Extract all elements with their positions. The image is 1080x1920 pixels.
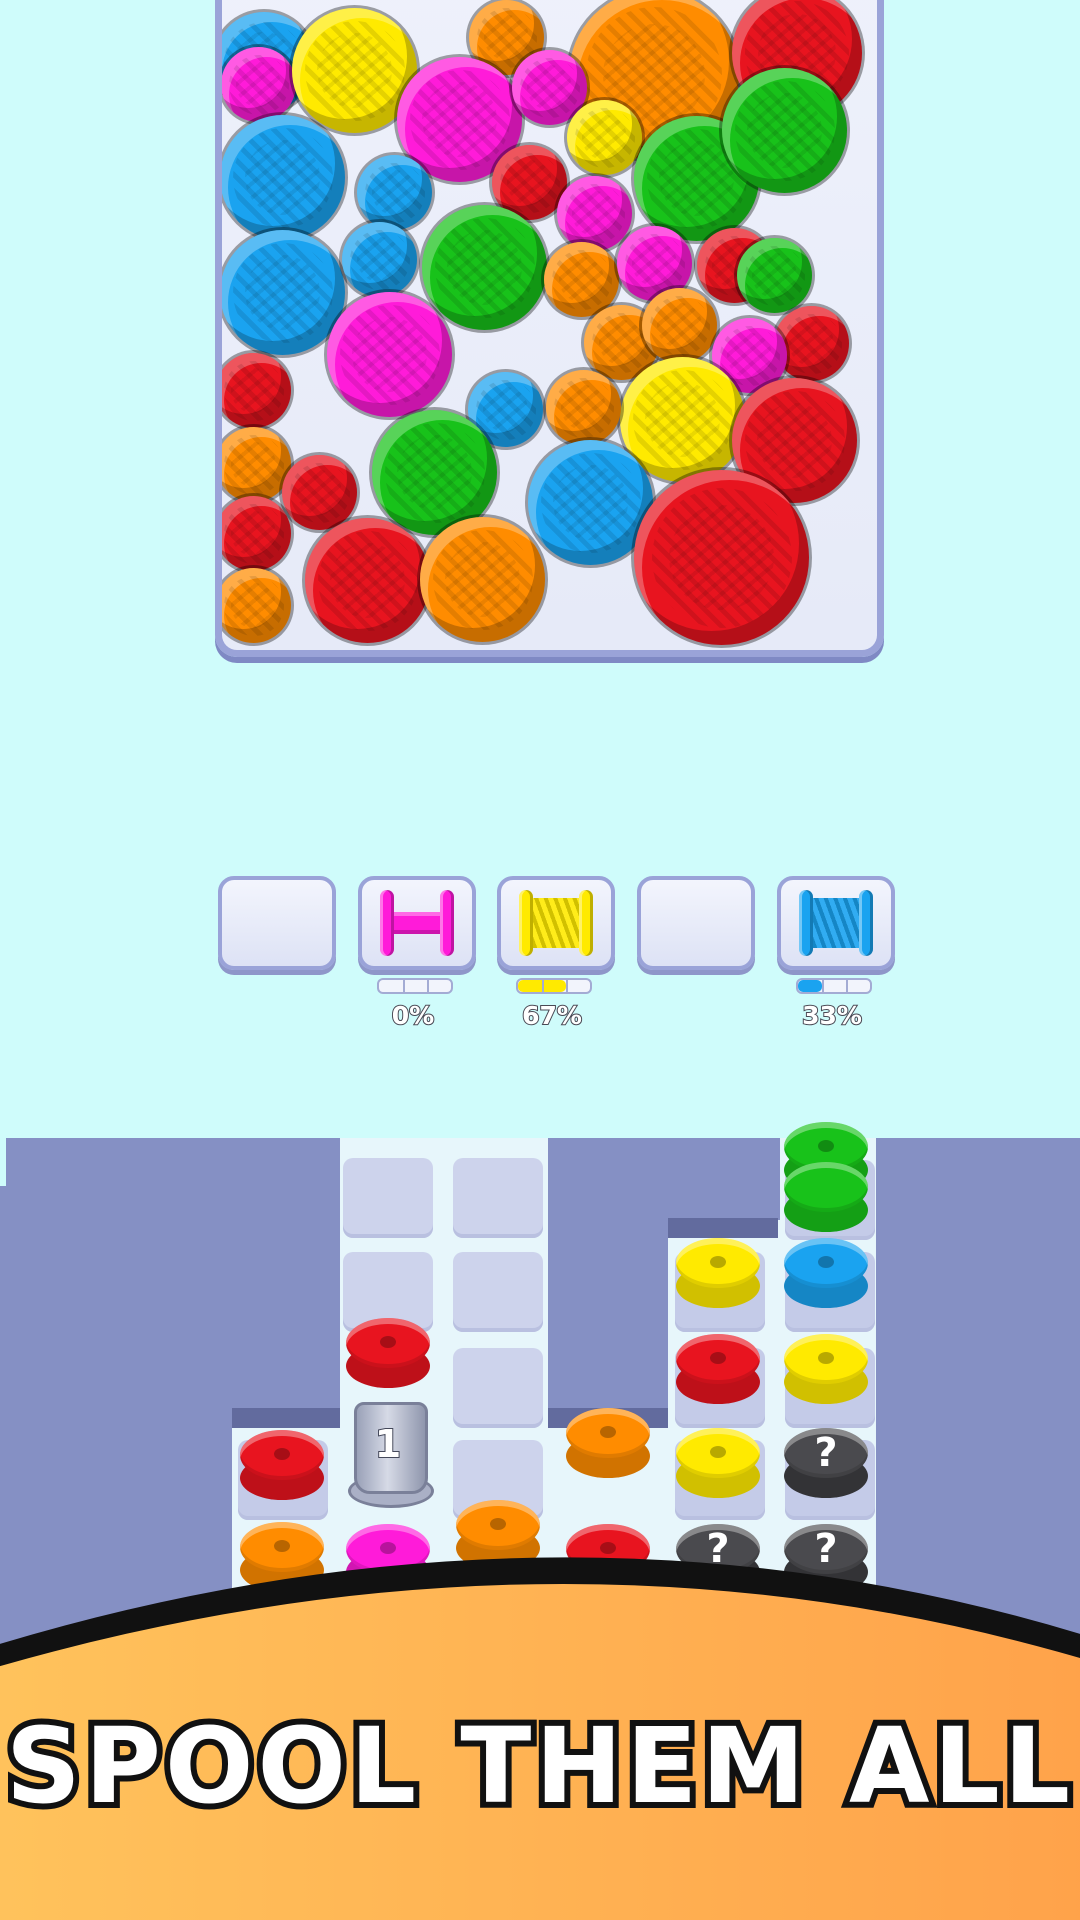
yarn-ball: [422, 205, 547, 330]
thread-spool-disc[interactable]: [240, 1522, 324, 1592]
mystery-spool[interactable]: ?: [784, 1428, 868, 1498]
mystery-spool[interactable]: ?: [676, 1524, 760, 1594]
thread-spool-disc[interactable]: [784, 1162, 868, 1232]
yarn-ball: [222, 47, 296, 122]
yarn-ball: [342, 222, 417, 297]
thread-spool-disc[interactable]: [456, 1500, 540, 1570]
banner-title: SPOOL THEM ALL: [0, 1699, 1076, 1833]
yarn-ball: [567, 100, 642, 175]
thread-spool-disc[interactable]: [346, 1524, 430, 1594]
spool-progress-bar: [796, 978, 872, 994]
spool-slot-empty[interactable]: [218, 876, 336, 970]
yarn-ball: [737, 238, 812, 313]
spool-slot-empty[interactable]: [637, 876, 755, 970]
yarn-ball: [327, 292, 452, 417]
locker-count: 1: [374, 1421, 402, 1467]
question-mark-icon: ?: [814, 1526, 838, 1572]
spool-progress-bar: [377, 978, 453, 994]
yarn-ball: [722, 68, 847, 193]
board-ledge: [668, 1218, 778, 1238]
board-edge-notch: [0, 1138, 6, 1186]
thread-spool-disc[interactable]: [566, 1524, 650, 1594]
mystery-spool[interactable]: ?: [784, 1524, 868, 1594]
thread-spool-disc[interactable]: [676, 1334, 760, 1404]
board-empty-cell[interactable]: [453, 1348, 543, 1428]
spool-progress-bar: [516, 978, 592, 994]
yarn-ball: [222, 427, 291, 502]
thread-spool-icon: [374, 890, 460, 956]
thread-spool-disc[interactable]: [676, 1428, 760, 1498]
yarn-ball: [222, 230, 345, 355]
question-mark-icon: ?: [814, 1430, 838, 1476]
yarn-ball: [420, 517, 545, 642]
thread-spool-disc[interactable]: [566, 1408, 650, 1478]
spool-slot-filled[interactable]: [358, 876, 476, 970]
yarn-ball: [546, 370, 621, 445]
yarn-ball: [222, 496, 291, 571]
game-screen: 0% 67% 33% ??? 1 SPOOL THEM ALL: [0, 0, 1080, 1920]
spool-progress-label: 0%: [391, 1000, 435, 1031]
yarn-ball: [557, 176, 632, 251]
yarn-ball: [642, 288, 717, 363]
thread-spool-disc[interactable]: [240, 1430, 324, 1500]
thread-spool-disc[interactable]: [784, 1334, 868, 1404]
yarn-ball: [222, 353, 291, 428]
question-mark-icon: ?: [706, 1526, 730, 1572]
spool-slot-filled[interactable]: [497, 876, 615, 970]
yarn-jar: [215, 0, 884, 657]
thread-spool-disc[interactable]: [676, 1238, 760, 1308]
yarn-ball: [282, 455, 357, 530]
spool-progress-fill: [798, 980, 822, 992]
yarn-ball: [544, 242, 619, 317]
spool-progress-label: 67%: [521, 1000, 583, 1031]
thread-spool-disc[interactable]: [346, 1318, 430, 1388]
board-empty-cell[interactable]: [453, 1252, 543, 1332]
board-empty-cell[interactable]: [453, 1158, 543, 1238]
yarn-ball: [222, 568, 291, 643]
thread-spool-icon: [513, 890, 599, 956]
yarn-ball: [222, 115, 345, 240]
spool-progress-label: 33%: [801, 1000, 863, 1031]
locked-spool-box[interactable]: 1: [348, 1392, 434, 1508]
spool-slot-filled[interactable]: [777, 876, 895, 970]
board-empty-cell[interactable]: [343, 1158, 433, 1238]
yarn-ball-pile: [222, 0, 877, 650]
yarn-ball: [357, 155, 432, 230]
thread-spool-icon: [793, 890, 879, 956]
yarn-ball: [305, 518, 430, 643]
yarn-ball: [634, 470, 809, 645]
thread-spool-disc[interactable]: [784, 1238, 868, 1308]
board-ledge: [232, 1408, 340, 1428]
